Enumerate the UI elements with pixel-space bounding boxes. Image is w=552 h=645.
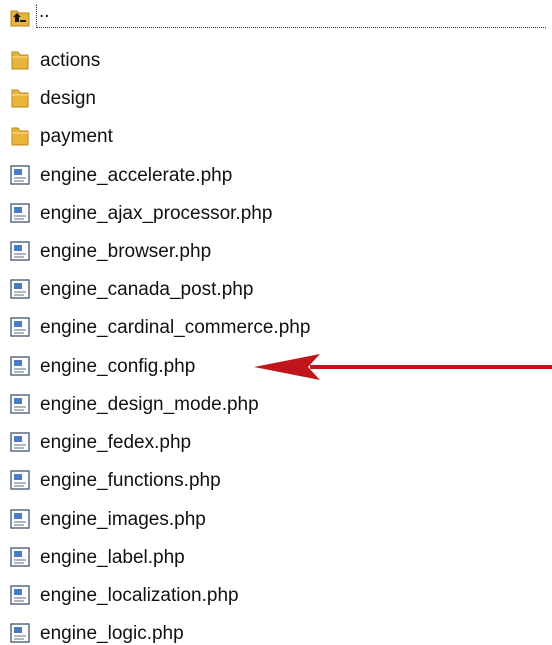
- php-file-icon: [10, 470, 30, 490]
- file-label: engine_images.php: [40, 509, 206, 530]
- php-file-icon: [10, 279, 30, 299]
- file-label: engine_functions.php: [40, 470, 221, 491]
- php-file-icon: [10, 432, 30, 452]
- php-file-icon: [10, 317, 30, 337]
- php-file-icon: [10, 356, 30, 376]
- list-item-parent-directory[interactable]: ..: [0, 0, 552, 36]
- folder-label: actions: [40, 50, 101, 71]
- file-label: engine_design_mode.php: [40, 394, 259, 415]
- annotation-arrow-icon: [254, 354, 552, 380]
- php-file-icon: [10, 623, 30, 643]
- file-label: engine_canada_post.php: [40, 279, 254, 300]
- file-label: engine_accelerate.php: [40, 165, 233, 186]
- file-label: engine_ajax_processor.php: [40, 203, 273, 224]
- php-file-icon: [10, 241, 30, 261]
- file-label: engine_cardinal_commerce.php: [40, 317, 311, 338]
- file-label: engine_config.php: [40, 356, 196, 377]
- file-label: engine_fedex.php: [40, 432, 192, 453]
- file-label: engine_label.php: [40, 547, 185, 568]
- folder-icon: [11, 127, 29, 146]
- folder-label: design: [40, 88, 96, 109]
- php-file-icon: [10, 547, 30, 567]
- file-label: engine_logic.php: [40, 623, 184, 644]
- up-folder-icon: [10, 10, 30, 27]
- php-file-icon: [10, 203, 30, 223]
- php-file-icon: [10, 394, 30, 414]
- file-label: engine_browser.php: [40, 241, 212, 262]
- php-file-icon: [10, 509, 30, 529]
- file-browser: .. actions design payment engine_acceler…: [0, 0, 552, 645]
- file-label: engine_localization.php: [40, 585, 239, 606]
- folder-icon: [11, 89, 29, 108]
- php-file-icon: [10, 585, 30, 605]
- folder-icon: [11, 51, 29, 70]
- parent-directory-label: ..: [36, 2, 546, 28]
- php-file-icon: [10, 165, 30, 185]
- folder-label: payment: [40, 126, 113, 147]
